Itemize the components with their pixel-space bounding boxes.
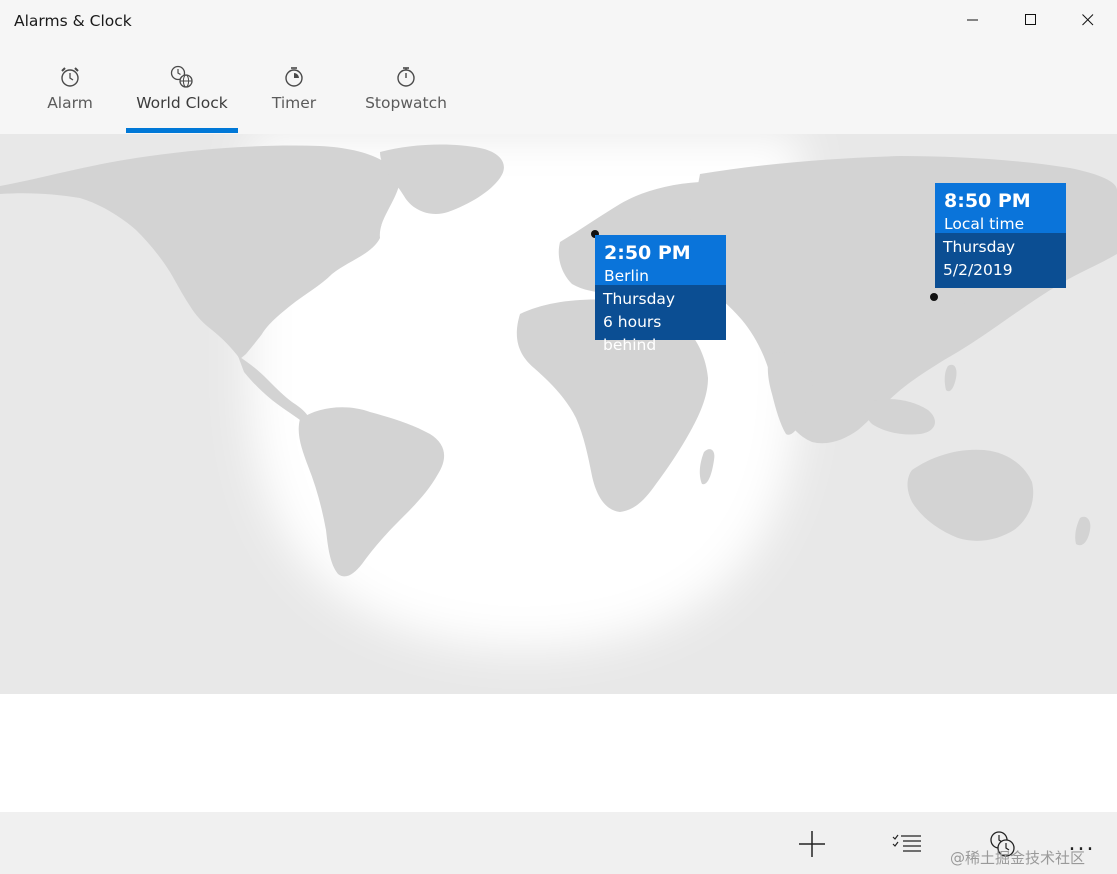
card-header: 2:50 PM Berlin (595, 235, 726, 285)
clock-date: 5/2/2019 (943, 261, 1013, 279)
select-list-icon (892, 834, 921, 852)
local-time-pin[interactable] (930, 293, 938, 301)
select-clocks-button[interactable] (885, 822, 929, 866)
clock-place: Local time (944, 215, 1025, 233)
stopwatch-icon (393, 64, 419, 90)
clock-day: Thursday (603, 290, 676, 308)
app-window: Alarms & Clock Alarm World Clock Timer S… (0, 0, 1117, 874)
tab-world-clock[interactable]: World Clock (126, 46, 238, 134)
tab-alarm-label: Alarm (47, 94, 93, 112)
clock-time: 8:50 PM (944, 190, 1031, 212)
add-new-clock-button[interactable] (790, 822, 834, 866)
tab-stopwatch-label: Stopwatch (365, 94, 447, 112)
add-icon (799, 831, 825, 857)
world-clock-card-local[interactable]: 8:50 PM Local time Thursday 5/2/2019 (935, 183, 1066, 288)
minimize-button[interactable] (945, 0, 1001, 40)
tab-alarm[interactable]: Alarm (30, 46, 110, 134)
close-icon (1082, 14, 1094, 26)
world-clock-card-berlin[interactable]: 2:50 PM Berlin Thursday 6 hours behind (595, 235, 726, 354)
clock-time: 2:50 PM (604, 242, 691, 264)
tab-bar: Alarm World Clock Timer Stopwatch (0, 46, 1117, 134)
tab-world-clock-label: World Clock (136, 94, 228, 112)
card-details: Thursday 6 hours behind (595, 285, 726, 354)
alarm-clock-icon (57, 64, 83, 90)
world-map: 2:50 PM Berlin Thursday 6 hours behind 8… (0, 134, 1117, 694)
clock-offset: 6 hours behind (603, 313, 662, 354)
title-bar: Alarms & Clock (0, 0, 1117, 46)
philippines (944, 364, 957, 392)
clock-place: Berlin (604, 267, 649, 285)
clock-day: Thursday (943, 238, 1016, 256)
app-title: Alarms & Clock (14, 12, 132, 30)
close-button[interactable] (1060, 0, 1116, 40)
tab-timer-label: Timer (271, 94, 317, 112)
maximize-icon (1025, 14, 1036, 25)
new-zealand (1075, 516, 1091, 546)
card-header: 8:50 PM Local time (935, 183, 1066, 233)
maximize-button[interactable] (1003, 0, 1059, 40)
southeast-asia (865, 399, 935, 435)
timer-icon (281, 64, 307, 90)
world-clock-icon (169, 64, 195, 90)
watermark: @稀土掘金技术社区 (950, 849, 1086, 867)
card-details: Thursday 5/2/2019 (935, 233, 1066, 288)
active-tab-indicator (126, 128, 238, 133)
minimize-icon (967, 19, 978, 21)
tab-timer[interactable]: Timer (254, 46, 334, 134)
tab-stopwatch[interactable]: Stopwatch (358, 46, 454, 134)
australia (907, 449, 1034, 541)
